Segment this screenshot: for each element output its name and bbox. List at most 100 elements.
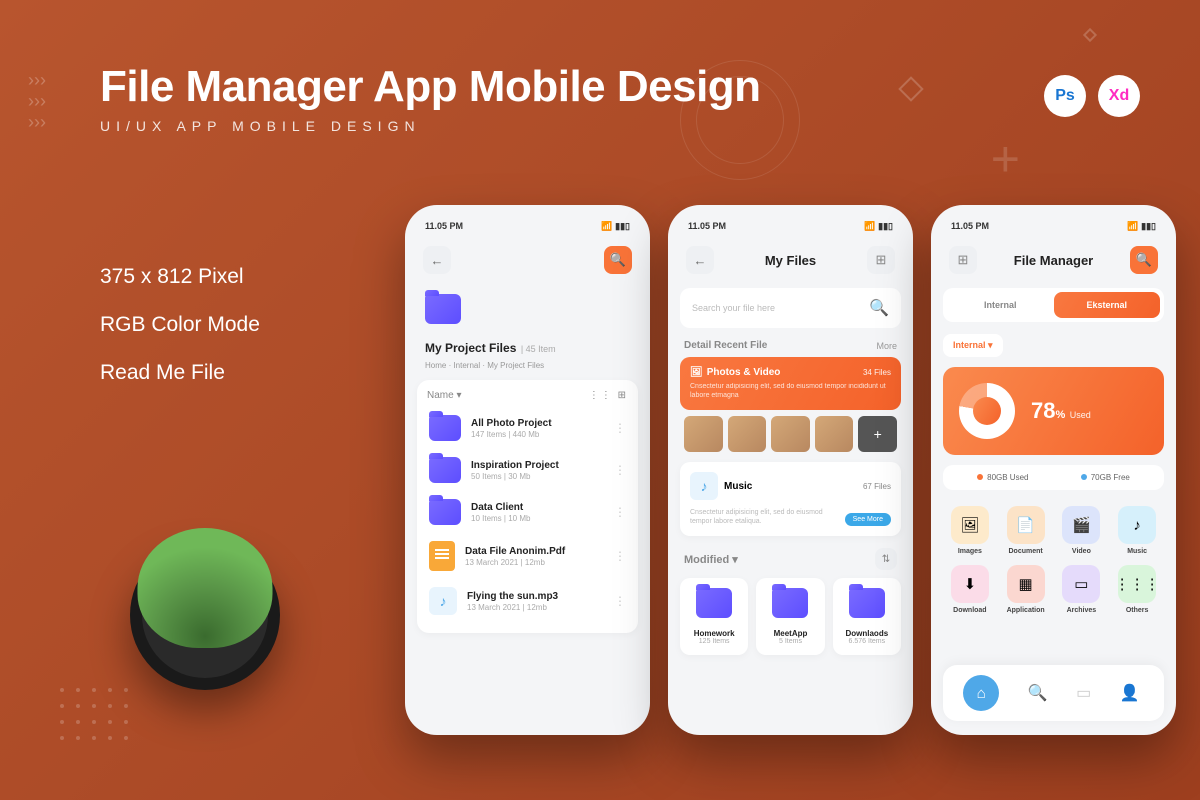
category-item[interactable]: 🎬 Video (1059, 506, 1105, 555)
grid-button[interactable]: ⊞ (949, 246, 977, 274)
page-title: File Manager App Mobile Design (100, 62, 761, 112)
usage-legend: 80GB Used 70GB Free (943, 465, 1164, 490)
file-meta: 50 Items | 30 Mb (471, 472, 604, 481)
category-item[interactable]: 📄Document (1003, 506, 1049, 555)
category-name: Archives (1059, 607, 1105, 614)
more-icon[interactable]: ⋮ (614, 594, 626, 608)
decoration: ››››››››› (30, 70, 44, 133)
folder-meta: 125 Items (686, 638, 742, 645)
category-name: Others (1114, 607, 1160, 614)
folder-icon (429, 457, 461, 483)
file-row[interactable]: Data File Anonim.Pdf13 March 2021 | 12mb… (425, 533, 630, 579)
category-name: Images (947, 548, 993, 555)
category-item[interactable]: 🖼 Images (947, 506, 993, 555)
category-icon: ▭ (1062, 565, 1100, 603)
plant-decoration (130, 540, 280, 690)
more-thumbnails[interactable]: + (858, 416, 897, 452)
music-card[interactable]: ♪Music 67 Files Cnsectetur adipisicing e… (680, 462, 901, 536)
sort-dropdown[interactable]: Name ▾ (427, 390, 461, 401)
folder-card[interactable]: Downlaods6.576 Items (833, 578, 901, 655)
storage-dropdown[interactable]: Internal ▾ (943, 334, 1003, 357)
section-title: Detail Recent File (684, 340, 767, 351)
category-item[interactable]: ⋮⋮⋮Others (1114, 565, 1160, 614)
music-icon: ♪ (429, 587, 457, 615)
nav-files[interactable]: ▭ (1076, 683, 1091, 703)
file-row[interactable]: All Photo Project147 Items | 440 Mb⋮ (425, 407, 630, 449)
folder-icon (772, 588, 808, 618)
thumbnail[interactable] (771, 416, 810, 452)
grid-toggle[interactable]: ⊞ (867, 246, 895, 274)
tab-internal[interactable]: Internal (947, 292, 1054, 318)
item-count: | 45 Item (521, 344, 556, 354)
screen-title: My Files (765, 253, 816, 268)
search-button[interactable]: 🔍 (1130, 246, 1158, 274)
filter-button[interactable]: ⇅ (875, 548, 897, 570)
photos-desc: Cnsectetur adipisicing elit, sed do eius… (690, 382, 891, 400)
phone-mockup-1: 11.05 PM📶 ▮▮▯ ← 🔍 My Project Files | 45 … (405, 205, 650, 735)
more-icon[interactable]: ⋮ (614, 421, 626, 435)
see-more-button[interactable]: See More (845, 513, 891, 526)
bottom-nav: ⌂ 🔍 ▭ 👤 (943, 665, 1164, 721)
search-placeholder: Search your file here (692, 303, 775, 313)
folder-meta: 6.576 Items (839, 638, 895, 645)
photos-card[interactable]: 🖼Photos & Video34 Files Cnsectetur adipi… (680, 357, 901, 410)
category-item[interactable]: ⬇Download (947, 565, 993, 614)
file-name: Data File Anonim.Pdf (465, 546, 604, 557)
decoration (1083, 28, 1097, 42)
feature-item: RGB Color Mode (100, 313, 260, 337)
file-row[interactable]: Inspiration Project50 Items | 30 Mb⋮ (425, 449, 630, 491)
photo-thumbnails: + (680, 416, 901, 452)
more-icon[interactable]: ⋮ (614, 463, 626, 477)
search-button[interactable]: 🔍 (604, 246, 632, 274)
nav-home[interactable]: ⌂ (963, 675, 999, 711)
phone-mockup-2: 11.05 PM 📶 ▮▮▯ ← My Files ⊞ Search your f… (668, 205, 913, 735)
status-time: 11.05 PM (688, 221, 726, 232)
usage-card: 78% Used (943, 367, 1164, 455)
search-icon: 🔍 (869, 298, 889, 318)
back-button[interactable]: ← (686, 246, 714, 274)
photos-count: 34 Files (863, 368, 891, 377)
thumbnail[interactable] (684, 416, 723, 452)
status-icons: 📶 ▮▮▯ (864, 221, 893, 232)
folder-name: Homework (686, 629, 742, 638)
category-item[interactable]: ▦Application (1003, 565, 1049, 614)
file-row[interactable]: ♪Flying the sun.mp313 March 2021 | 12mb⋮ (425, 579, 630, 623)
back-button[interactable]: ← (423, 246, 451, 274)
tab-eksternal[interactable]: Eksternal (1054, 292, 1161, 318)
phone-mockup-3: 11.05 PM📶 ▮▮▯ ⊞ File Manager 🔍 Internal … (931, 205, 1176, 735)
category-name: Music (1114, 548, 1160, 555)
thumbnail[interactable] (728, 416, 767, 452)
nav-profile[interactable]: 👤 (1120, 683, 1140, 703)
file-meta: 13 March 2021 | 12mb (465, 558, 604, 567)
status-icons: 📶 ▮▮▯ (1127, 221, 1156, 232)
folder-icon (425, 294, 461, 324)
folder-card[interactable]: Homework125 Items (680, 578, 748, 655)
file-row[interactable]: Data Client10 Items | 10 Mb⋮ (425, 491, 630, 533)
usage-label: Used (1070, 410, 1091, 420)
folder-title: My Project Files (425, 341, 516, 355)
category-icon: 🖼 (951, 506, 989, 544)
usage-percent: 78 (1031, 398, 1055, 423)
photoshop-badge: Ps (1044, 75, 1086, 117)
more-icon[interactable]: ⋮ (614, 505, 626, 519)
category-item[interactable]: ▭ Archives (1059, 565, 1105, 614)
modified-dropdown[interactable]: Modified ▾ (684, 553, 738, 566)
more-icon[interactable]: ⋮ (614, 549, 626, 563)
folder-meta: 5 Items (762, 638, 818, 645)
folder-icon (429, 415, 461, 441)
category-name: Document (1003, 548, 1049, 555)
decoration (60, 688, 128, 740)
music-title: Music (724, 481, 752, 492)
thumbnail[interactable] (815, 416, 854, 452)
folder-icon (429, 499, 461, 525)
xd-badge: Xd (1098, 75, 1140, 117)
category-name: Video (1059, 548, 1105, 555)
nav-search[interactable]: 🔍 (1028, 683, 1048, 703)
category-item[interactable]: ♪Music (1114, 506, 1160, 555)
category-icon: 🎬 (1062, 506, 1100, 544)
view-toggle[interactable]: ⋮⋮ ⊞ (589, 390, 628, 401)
feature-item: Read Me File (100, 361, 260, 385)
search-input[interactable]: Search your file here 🔍 (680, 288, 901, 328)
more-link[interactable]: More (876, 341, 897, 351)
folder-card[interactable]: MeetApp5 Items (756, 578, 824, 655)
